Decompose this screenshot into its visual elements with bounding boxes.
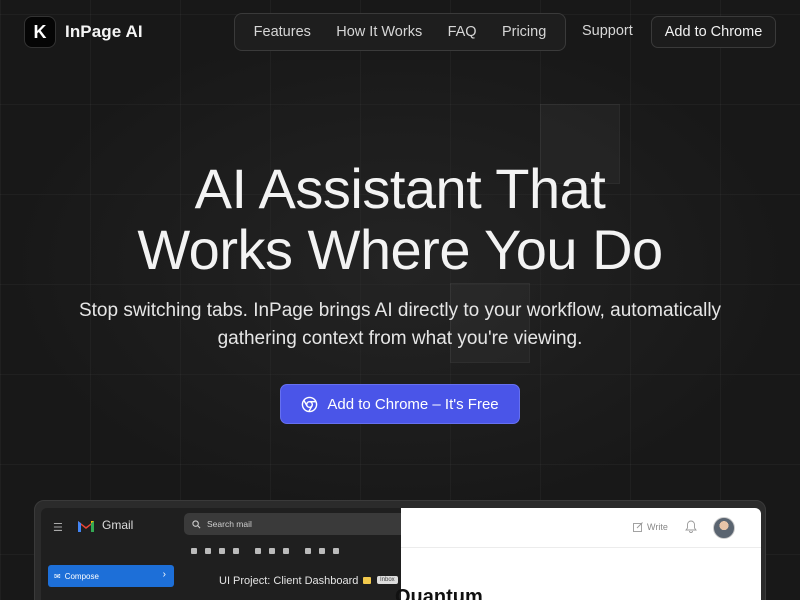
hero-title: AI Assistant That Works Where You Do xyxy=(0,158,800,280)
toolbar-icon xyxy=(205,548,211,554)
toolbar-icon xyxy=(219,548,225,554)
gmail-panel: ☰ Gmail Search mail ✉ Compose › UI Proje… xyxy=(41,508,409,600)
toolbar-icon xyxy=(255,548,261,554)
avatar xyxy=(713,517,735,539)
nav-link-faq[interactable]: FAQ xyxy=(448,24,477,40)
brand-logo[interactable]: K InPage AI xyxy=(24,16,143,48)
bell-icon xyxy=(685,520,697,533)
chevron-right-icon: › xyxy=(162,569,166,580)
inbox-badge: Inbox xyxy=(377,576,398,584)
write-label: Write xyxy=(647,522,668,532)
gmail-compose-button: ✉ Compose › xyxy=(48,565,174,587)
cta-label: Add to Chrome – It's Free xyxy=(327,395,499,413)
add-to-chrome-button[interactable]: Add to Chrome xyxy=(651,16,776,48)
chrome-icon xyxy=(302,396,318,412)
edit-icon xyxy=(633,522,643,532)
hero-title-line: AI Assistant That xyxy=(194,157,606,220)
write-action: Write xyxy=(633,522,668,532)
compose-label: Compose xyxy=(64,571,99,581)
toolbar-icon xyxy=(191,548,197,554)
toolbar-icon xyxy=(233,548,239,554)
document-panel: Write Quantum xyxy=(395,508,761,600)
gmail-toolbar xyxy=(191,548,339,554)
toolbar-icon xyxy=(319,548,325,554)
email-subject: UI Project: Client Dashboard xyxy=(219,575,359,587)
logo-mark: K xyxy=(24,16,56,48)
document-header: Write xyxy=(401,508,761,548)
toolbar-icon xyxy=(333,548,339,554)
add-to-chrome-free-button[interactable]: Add to Chrome – It's Free xyxy=(280,384,520,424)
hero-subtitle-line: gathering context from what you're viewi… xyxy=(217,328,583,349)
nav-link-how-it-works[interactable]: How It Works xyxy=(336,24,422,40)
gmail-search-bar: Search mail xyxy=(184,513,409,535)
nav-link-features[interactable]: Features xyxy=(254,24,311,40)
gmail-app-name: Gmail xyxy=(102,518,134,532)
gmail-icon xyxy=(78,520,94,532)
hero-title-line: Works Where You Do xyxy=(137,218,663,281)
toolbar-icon xyxy=(269,548,275,554)
main-nav: Features How It Works FAQ Pricing xyxy=(234,13,566,51)
hamburger-menu-icon: ☰ xyxy=(53,522,63,534)
search-placeholder: Search mail xyxy=(207,519,252,529)
nav-link-pricing[interactable]: Pricing xyxy=(502,24,546,40)
toolbar-icon xyxy=(305,548,311,554)
toolbar-icon xyxy=(283,548,289,554)
label-tag-icon xyxy=(363,577,371,584)
document-title: Quantum xyxy=(395,586,483,600)
background-glow xyxy=(0,60,800,520)
hero-subtitle: Stop switching tabs. InPage brings AI di… xyxy=(40,297,760,353)
compose-icon: ✉ xyxy=(54,571,61,581)
hero-subtitle-line: Stop switching tabs. InPage brings AI di… xyxy=(78,300,722,321)
brand-name: InPage AI xyxy=(65,22,143,41)
product-preview: ☰ Gmail Search mail ✉ Compose › UI Proje… xyxy=(34,500,766,600)
nav-link-support[interactable]: Support xyxy=(582,23,633,39)
gmail-logo: Gmail xyxy=(77,518,133,532)
search-icon xyxy=(192,519,201,528)
